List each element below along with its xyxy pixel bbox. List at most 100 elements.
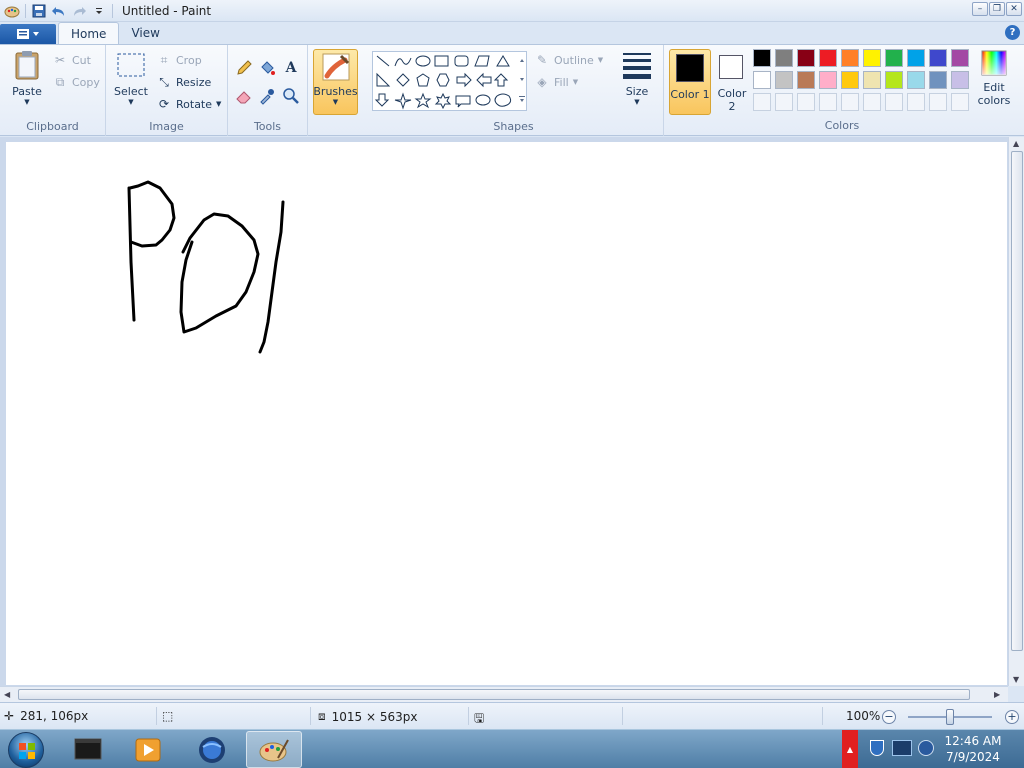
- palette-swatch[interactable]: [753, 71, 771, 89]
- network-icon[interactable]: [892, 740, 912, 756]
- separator: [25, 3, 26, 18]
- tab-view[interactable]: View: [119, 22, 171, 44]
- palette-swatch[interactable]: [885, 49, 903, 67]
- browser-app-button[interactable]: [184, 731, 240, 768]
- palette-swatch[interactable]: [841, 49, 859, 67]
- separator: [622, 707, 623, 725]
- scroll-up-icon[interactable]: ▲: [1013, 139, 1019, 148]
- taskbar: ▲ 12:46 AM 7/9/2024: [0, 729, 1024, 768]
- palette-swatch[interactable]: [797, 93, 815, 111]
- cut-button[interactable]: ✂ Cut: [52, 51, 91, 69]
- text-icon[interactable]: A: [280, 57, 302, 79]
- terminal-app-button[interactable]: [60, 731, 116, 768]
- horizontal-scrollbar[interactable]: ◀ ▶: [0, 686, 1008, 702]
- palette-swatch[interactable]: [753, 49, 771, 67]
- palette-swatch[interactable]: [753, 93, 771, 111]
- resize-button[interactable]: ⤡ Resize: [156, 73, 211, 91]
- edit-colors-button[interactable]: Edit colors: [975, 49, 1013, 115]
- minimize-icon[interactable]: –: [972, 2, 988, 16]
- clipboard-group: Paste ▼ ✂ Cut ⧉ Copy Clipboard: [0, 45, 106, 136]
- paint-icon[interactable]: [2, 2, 22, 20]
- paint-app-button[interactable]: [246, 731, 302, 768]
- palette-swatch[interactable]: [797, 49, 815, 67]
- vertical-scrollbar[interactable]: ▲ ▼: [1008, 137, 1024, 686]
- customize-icon[interactable]: [89, 2, 109, 20]
- color1-button[interactable]: Color 1: [669, 49, 711, 115]
- canvas-size: ⧈ 1015 × 563px: [318, 709, 418, 724]
- zoom-slider-thumb[interactable]: [946, 709, 954, 725]
- canvas-size-icon: ⧈: [318, 709, 326, 723]
- crop-button[interactable]: ⌗ Crop: [156, 51, 202, 69]
- palette-swatch[interactable]: [863, 49, 881, 67]
- edit-colors-label: Edit colors: [977, 81, 1011, 107]
- palette-swatch[interactable]: [929, 93, 947, 111]
- select-button[interactable]: Select ▼: [112, 49, 150, 106]
- close-icon[interactable]: ✕: [1006, 2, 1022, 16]
- save-icon[interactable]: [29, 2, 49, 20]
- palette-swatch[interactable]: [907, 71, 925, 89]
- copy-button[interactable]: ⧉ Copy: [52, 73, 100, 91]
- palette-swatch[interactable]: [863, 93, 881, 111]
- pencil-icon[interactable]: [233, 57, 255, 79]
- palette-swatch[interactable]: [951, 49, 969, 67]
- palette-swatch[interactable]: [819, 93, 837, 111]
- palette-swatch[interactable]: [863, 71, 881, 89]
- color1-label: Color 1: [670, 88, 710, 101]
- palette-swatch[interactable]: [775, 49, 793, 67]
- zoom-in-icon[interactable]: +: [1005, 710, 1019, 724]
- tools-group-label: Tools: [253, 120, 282, 133]
- palette-swatch[interactable]: [951, 71, 969, 89]
- palette-swatch[interactable]: [797, 71, 815, 89]
- brushes-button[interactable]: Brushes ▼: [313, 49, 358, 115]
- zoom-out-icon[interactable]: −: [882, 710, 896, 724]
- fill-button[interactable]: ◈ Fill ▼: [534, 73, 578, 91]
- scroll-left-icon[interactable]: ◀: [4, 690, 10, 699]
- palette-swatch[interactable]: [841, 93, 859, 111]
- fill-icon[interactable]: [256, 57, 278, 79]
- vertical-scroll-thumb[interactable]: [1011, 151, 1023, 651]
- palette-swatch[interactable]: [819, 49, 837, 67]
- tab-home[interactable]: Home: [58, 22, 120, 44]
- dropdown-icon: ▼: [634, 98, 640, 106]
- redo-icon[interactable]: [69, 2, 89, 20]
- palette-swatch[interactable]: [951, 93, 969, 111]
- palette-swatch[interactable]: [885, 71, 903, 89]
- ribbon: Paste ▼ ✂ Cut ⧉ Copy Clipboard Select ▼ …: [0, 44, 1024, 136]
- start-button[interactable]: [8, 732, 44, 768]
- drawing-canvas[interactable]: [6, 142, 1007, 685]
- canvas-workspace: [0, 137, 1024, 686]
- palette-swatch[interactable]: [929, 71, 947, 89]
- palette-swatch[interactable]: [929, 49, 947, 67]
- media-player-app-button[interactable]: [120, 731, 176, 768]
- line-shape-icon: [376, 55, 390, 67]
- color-picker-icon[interactable]: [256, 85, 278, 107]
- maximize-icon[interactable]: ❐: [989, 2, 1005, 16]
- size-button[interactable]: Size ▼: [616, 49, 658, 106]
- image-group-label: Image: [149, 120, 184, 133]
- eraser-icon[interactable]: [233, 85, 255, 107]
- palette-swatch[interactable]: [907, 93, 925, 111]
- horizontal-scroll-thumb[interactable]: [18, 689, 970, 700]
- paint-menu-button[interactable]: [0, 24, 56, 44]
- palette-swatch[interactable]: [907, 49, 925, 67]
- scroll-down-icon[interactable]: ▼: [1013, 675, 1019, 684]
- paste-button[interactable]: Paste ▼: [8, 49, 46, 106]
- volume-icon[interactable]: [918, 740, 934, 756]
- help-icon[interactable]: ?: [1005, 25, 1020, 40]
- rotate-button[interactable]: ⟳ Rotate ▼: [156, 95, 221, 113]
- color2-button[interactable]: Color 2: [713, 49, 751, 115]
- palette-swatch[interactable]: [775, 71, 793, 89]
- terminal-icon: [74, 738, 102, 759]
- magnifier-icon[interactable]: [280, 85, 302, 107]
- shield-icon[interactable]: [870, 740, 884, 756]
- clock[interactable]: 12:46 AM 7/9/2024: [938, 733, 1008, 765]
- scroll-right-icon[interactable]: ▶: [994, 690, 1000, 699]
- palette-swatch[interactable]: [885, 93, 903, 111]
- outline-button[interactable]: ✎ Outline ▼: [534, 51, 603, 69]
- crosshair-icon: ✛: [4, 709, 15, 723]
- palette-swatch[interactable]: [819, 71, 837, 89]
- show-hidden-icons-icon[interactable]: ▲: [842, 730, 858, 768]
- palette-swatch[interactable]: [841, 71, 859, 89]
- undo-icon[interactable]: [49, 2, 69, 20]
- palette-swatch[interactable]: [775, 93, 793, 111]
